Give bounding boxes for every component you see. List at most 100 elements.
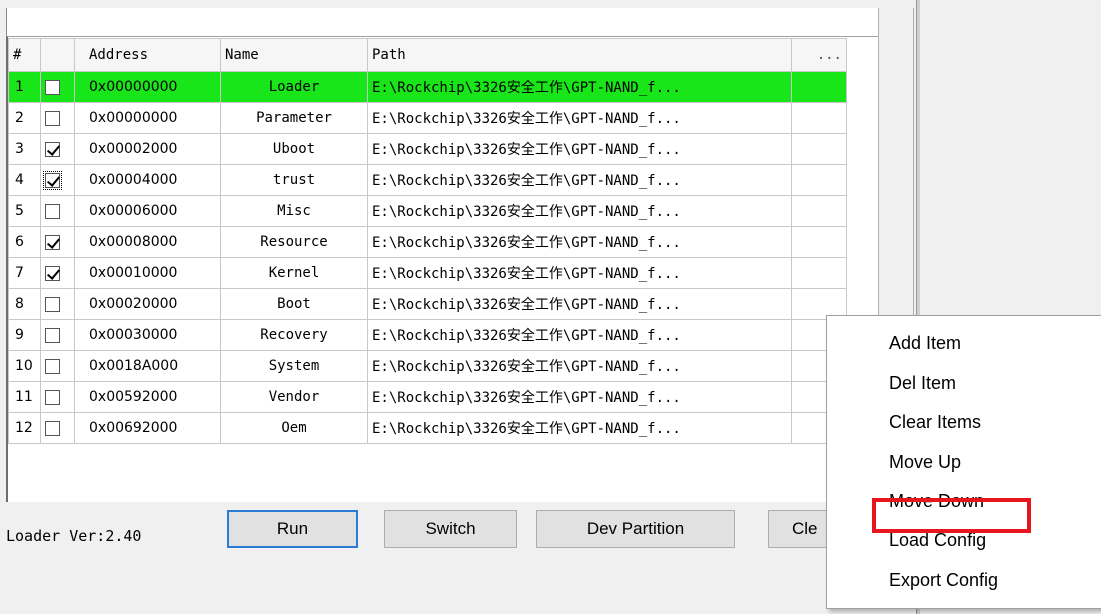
row-name: Parameter xyxy=(220,102,368,134)
row-address: 0x00008000 xyxy=(74,226,221,258)
row-address: 0x00020000 xyxy=(74,288,221,320)
row-address: 0x00000000 xyxy=(74,71,221,103)
row-address: 0x00004000 xyxy=(74,164,221,196)
row-name: Kernel xyxy=(220,257,368,289)
row-name: Misc xyxy=(220,195,368,227)
table-row[interactable]: 2 0x00000000 Parameter E:\Rockchip\3326安全工作… xyxy=(8,102,847,134)
context-menu: Add Item Del Item Clear Items Move Up Mo… xyxy=(826,315,1101,609)
row-checkbox[interactable] xyxy=(45,420,60,436)
load-config-highlight-box xyxy=(872,498,1031,533)
row-checkbox[interactable] xyxy=(45,203,60,219)
row-index: 10 xyxy=(8,350,41,382)
row-index: 6 xyxy=(8,226,41,258)
row-checkbox[interactable] xyxy=(45,327,60,343)
row-check-cell xyxy=(40,102,75,134)
row-check-cell xyxy=(40,257,75,289)
table-row[interactable]: 1 0x00000000 Loader E:\Rockchip\3326安全工作\GP… xyxy=(8,71,847,103)
table-row[interactable]: 6 0x00008000 Resource E:\Rockchip\3326安全工作\… xyxy=(8,226,847,258)
row-address: 0x00006000 xyxy=(74,195,221,227)
row-address: 0x00002000 xyxy=(74,133,221,165)
row-extra xyxy=(791,226,847,258)
row-check-cell xyxy=(40,71,75,103)
table-row[interactable]: 10 0x0018A000 System E:\Rockchip\3326安全工作\G… xyxy=(8,350,847,382)
row-extra xyxy=(791,195,847,227)
row-checkbox[interactable] xyxy=(45,141,60,157)
switch-button[interactable]: Switch xyxy=(384,510,517,548)
row-index: 4 xyxy=(8,164,41,196)
row-checkbox[interactable] xyxy=(45,296,60,312)
row-index: 11 xyxy=(8,381,41,413)
row-index: 7 xyxy=(8,257,41,289)
table-header-row: # Address Name Path ... xyxy=(8,38,847,72)
menu-item-del-item[interactable]: Del Item xyxy=(889,368,956,398)
run-button[interactable]: Run xyxy=(227,510,358,548)
table-row[interactable]: 11 0x00592000 Vendor E:\Rockchip\3326安全工作\G… xyxy=(8,381,847,413)
row-extra xyxy=(791,257,847,289)
row-index: 5 xyxy=(8,195,41,227)
row-path: E:\Rockchip\3326安全工作\GPT-NAND_f... xyxy=(367,71,792,103)
col-header-index[interactable]: # xyxy=(8,38,41,72)
row-checkbox[interactable] xyxy=(45,389,60,405)
table-row[interactable]: 9 0x00030000 Recovery E:\Rockchip\3326安全工作\… xyxy=(8,319,847,351)
row-address: 0x00010000 xyxy=(74,257,221,289)
menu-item-move-up[interactable]: Move Up xyxy=(889,447,961,477)
row-extra xyxy=(791,164,847,196)
row-name: Recovery xyxy=(220,319,368,351)
loader-version-label: Loader Ver:2.40 xyxy=(6,527,142,545)
col-header-name[interactable]: Name xyxy=(220,38,368,72)
row-index: 12 xyxy=(8,412,41,444)
col-header-address[interactable]: Address xyxy=(74,38,221,72)
row-check-cell xyxy=(40,319,75,351)
row-name: trust xyxy=(220,164,368,196)
row-checkbox[interactable] xyxy=(45,358,60,374)
row-path: E:\Rockchip\3326安全工作\GPT-NAND_f... xyxy=(367,195,792,227)
table-row[interactable]: 5 0x00006000 Misc E:\Rockchip\3326安全工作\GPT-… xyxy=(8,195,847,227)
row-address: 0x0018A000 xyxy=(74,350,221,382)
table-row[interactable]: 7 0x00010000 Kernel E:\Rockchip\3326安全工作\GP… xyxy=(8,257,847,289)
row-extra xyxy=(791,102,847,134)
col-header-more[interactable]: ... xyxy=(791,38,847,72)
row-index: 8 xyxy=(8,288,41,320)
col-header-path[interactable]: Path xyxy=(367,38,792,72)
dev-partition-button[interactable]: Dev Partition xyxy=(536,510,735,548)
row-name: Vendor xyxy=(220,381,368,413)
row-index: 9 xyxy=(8,319,41,351)
row-checkbox[interactable] xyxy=(43,170,62,190)
menu-item-export-config[interactable]: Export Config xyxy=(889,565,998,595)
menu-item-add-item[interactable]: Add Item xyxy=(889,328,961,358)
table-row[interactable]: 4 0x00004000 trust E:\Rockchip\3326安全工作\GPT… xyxy=(8,164,847,196)
row-path: E:\Rockchip\3326安全工作\GPT-NAND_f... xyxy=(367,226,792,258)
row-check-cell xyxy=(40,195,75,227)
row-check-cell xyxy=(40,226,75,258)
menu-item-clear-items[interactable]: Clear Items xyxy=(889,407,981,437)
row-path: E:\Rockchip\3326安全工作\GPT-NAND_f... xyxy=(367,133,792,165)
row-address: 0x00692000 xyxy=(74,412,221,444)
app-window: # Address Name Path ... 1 0x00000000 Loade… xyxy=(0,0,1101,614)
row-check-cell xyxy=(40,133,75,165)
row-index: 1 xyxy=(8,71,41,103)
row-address: 0x00000000 xyxy=(74,102,221,134)
row-checkbox[interactable] xyxy=(45,234,60,250)
row-name: System xyxy=(220,350,368,382)
row-name: Oem xyxy=(220,412,368,444)
row-checkbox[interactable] xyxy=(45,79,60,95)
row-address: 0x00592000 xyxy=(74,381,221,413)
row-name: Resource xyxy=(220,226,368,258)
row-path: E:\Rockchip\3326安全工作\GPT-NAND_f... xyxy=(367,288,792,320)
row-check-cell xyxy=(40,381,75,413)
table-row[interactable]: 3 0x00002000 Uboot E:\Rockchip\3326安全工作\GPT… xyxy=(8,133,847,165)
row-path: E:\Rockchip\3326安全工作\GPT-NAND_f... xyxy=(367,381,792,413)
col-header-check[interactable] xyxy=(40,38,75,72)
table-row[interactable]: 12 0x00692000 Oem E:\Rockchip\3326安全工作\GPT-… xyxy=(8,412,847,444)
row-index: 2 xyxy=(8,102,41,134)
row-extra xyxy=(791,133,847,165)
partition-table: # Address Name Path ... 1 0x00000000 Loade… xyxy=(8,38,847,444)
row-check-cell xyxy=(40,350,75,382)
row-checkbox[interactable] xyxy=(45,110,60,126)
row-check-cell xyxy=(40,412,75,444)
row-path: E:\Rockchip\3326安全工作\GPT-NAND_f... xyxy=(367,164,792,196)
row-path: E:\Rockchip\3326安全工作\GPT-NAND_f... xyxy=(367,350,792,382)
row-extra xyxy=(791,71,847,103)
table-row[interactable]: 8 0x00020000 Boot E:\Rockchip\3326安全工作\GPT-… xyxy=(8,288,847,320)
row-checkbox[interactable] xyxy=(45,265,60,281)
